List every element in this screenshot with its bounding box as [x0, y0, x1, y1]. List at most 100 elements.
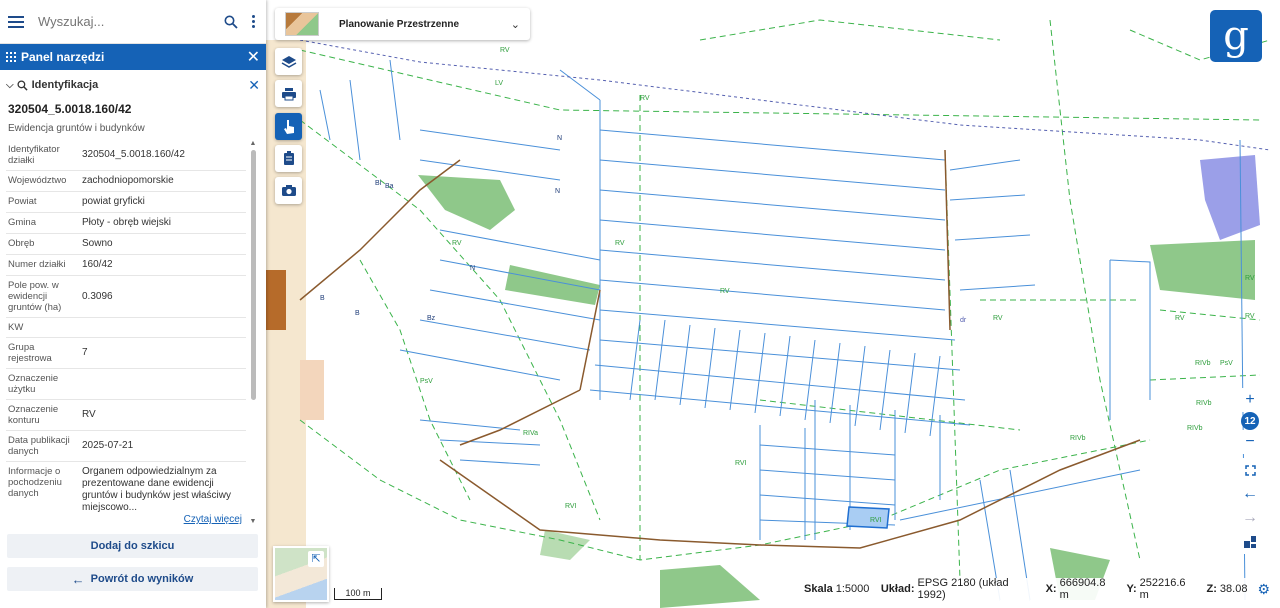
map-labels: RV RV RV RV RVI RVI RVI RIVb RV RV RIVb RIVa N N N B B Bi…	[320, 47, 1255, 524]
gear-icon[interactable]: ⚙	[1257, 581, 1270, 598]
attribute-key: Województwo	[8, 175, 67, 186]
status-bar: Skala 1:5000 Układ: EPSG 2180 (układ 199…	[800, 577, 1270, 601]
map-label: RV	[993, 315, 1003, 322]
chevron-down-icon[interactable]: ⌄	[511, 18, 520, 31]
attribute-value-text: 160/42	[82, 259, 113, 270]
water-area	[1200, 155, 1260, 240]
grid-icon	[6, 52, 16, 62]
system-label: Układ:	[880, 583, 915, 595]
back-to-results-button[interactable]: ← Powrót do wyników	[7, 567, 258, 591]
zoom-in-button[interactable]: +	[1236, 388, 1264, 412]
attribute-row: KW	[6, 318, 246, 338]
map-label: RV	[500, 47, 510, 54]
attribute-key: Data publikacji danych	[8, 435, 70, 457]
attribute-value-text: Płoty - obręb wiejski	[82, 217, 171, 228]
scroll-up-icon[interactable]: ▲	[249, 140, 257, 147]
attribute-key: Grupa rejestrowa	[8, 342, 52, 364]
scroll-thumb[interactable]	[251, 150, 256, 400]
built-area	[300, 360, 324, 420]
zoom-out-button[interactable]: −	[1236, 430, 1264, 454]
attribute-value: Płoty - obręb wiejski	[82, 213, 246, 233]
attribute-key: Oznaczenie konturu	[8, 404, 59, 426]
forest-area	[418, 175, 515, 230]
attribute-value: 2025-07-21	[82, 431, 246, 461]
attributes-table: Identyfikator działki 320504_5.0018.160/4…	[0, 140, 246, 525]
forest-area	[540, 530, 590, 560]
parcel-id: 320504_5.0018.160/42	[8, 102, 132, 116]
print-button[interactable]	[275, 80, 302, 107]
map-label: RV	[1245, 275, 1255, 282]
attribute-value	[82, 369, 246, 399]
read-more-link[interactable]: Czytaj więcej	[82, 514, 246, 525]
y-label: Y:	[1126, 583, 1137, 595]
attribute-row: Województwo zachodniopomorskie	[6, 171, 246, 192]
attribute-row: Oznaczenie użytku	[6, 369, 246, 400]
next-extent-button[interactable]: →	[1236, 506, 1264, 530]
scale-value: 1:5000	[835, 583, 870, 595]
attribute-value	[82, 318, 246, 337]
map-label: RIVb	[1070, 435, 1086, 442]
map-label: Bi	[375, 180, 382, 187]
z-value: 38.08	[1219, 583, 1248, 595]
clipboard-button[interactable]	[275, 145, 302, 172]
zoom-controls: + 12 − ← →	[1236, 388, 1264, 554]
add-to-sketch-label: Dodaj do szkicu	[90, 540, 175, 552]
chevron-down-icon[interactable]: ⌵	[6, 80, 14, 91]
map-label: RV	[640, 95, 650, 102]
map-label: LV	[495, 80, 503, 87]
external-link-icon[interactable]: ⇱	[308, 551, 324, 567]
map-label: RVI	[870, 517, 882, 524]
attribute-value: 160/42	[82, 255, 246, 275]
attribute-value-text: 320504_5.0018.160/42	[82, 149, 185, 160]
attribute-value-text: 2025-07-21	[82, 440, 134, 451]
identification-header[interactable]: ⌵ Identyfikacja ✕	[0, 70, 266, 100]
layer-selector[interactable]: Planowanie Przestrzenne ⌄	[275, 8, 530, 40]
menu-icon[interactable]	[8, 15, 24, 28]
attribute-row: Obręb Sowno	[6, 234, 246, 255]
overview-map[interactable]: ⇱	[273, 546, 329, 602]
previous-extent-button[interactable]: ←	[1236, 482, 1264, 506]
layer-thumbnail	[285, 12, 319, 36]
map-label: N	[470, 265, 475, 272]
geoportal-logo[interactable]: g	[1210, 10, 1262, 62]
attribute-value: 7	[82, 338, 246, 368]
clipboard-icon	[283, 151, 294, 165]
fullscreen-icon	[1244, 464, 1256, 476]
camera-icon	[281, 185, 296, 196]
close-icon[interactable]: ✕	[247, 47, 260, 67]
layers-button[interactable]	[275, 48, 302, 75]
panel-header: Panel narzędzi ✕	[0, 44, 266, 70]
scale-label: Skala	[804, 583, 833, 595]
add-to-sketch-button[interactable]: Dodaj do szkicu	[7, 534, 258, 558]
forest-area	[660, 565, 760, 608]
close-icon[interactable]: ✕	[248, 77, 260, 94]
parcel-subtitle: Ewidencja gruntów i budynków	[8, 123, 145, 134]
layers-panel-button[interactable]	[1236, 530, 1264, 554]
forest-area	[505, 265, 600, 305]
attribute-value-text: 7	[82, 347, 88, 358]
identify-button[interactable]	[275, 113, 302, 140]
map-label: RVI	[735, 460, 747, 467]
attribute-row: Identyfikator działki 320504_5.0018.160/4…	[6, 140, 246, 171]
built-area-dark	[266, 270, 286, 330]
attribute-key: Pole pow. w ewidencji gruntów (ha)	[8, 280, 62, 313]
attribute-row: Numer działki 160/42	[6, 255, 246, 276]
forest-area	[1150, 240, 1255, 300]
system-value: EPSG 2180 (układ 1992)	[917, 577, 1009, 601]
fullscreen-button[interactable]	[1236, 458, 1264, 482]
map-label: RV	[452, 240, 462, 247]
more-options-icon[interactable]	[248, 15, 258, 28]
scale-bar: 100 m	[334, 588, 382, 600]
scrollbar[interactable]: ▲ ▼	[249, 140, 257, 525]
scroll-down-icon[interactable]: ▼	[249, 518, 257, 525]
search-icon[interactable]	[220, 11, 242, 33]
map-label: RV	[1245, 313, 1255, 320]
selected-parcel[interactable]	[846, 506, 890, 529]
map-label: Ba	[385, 183, 394, 190]
attribute-key: Oznaczenie użytku	[8, 373, 59, 395]
attribute-value-text: Sowno	[82, 238, 113, 249]
map-label: Bz	[427, 315, 436, 322]
y-value: 252216.6 m	[1139, 577, 1186, 601]
search-input[interactable]	[38, 14, 220, 29]
screenshot-button[interactable]	[275, 177, 302, 204]
